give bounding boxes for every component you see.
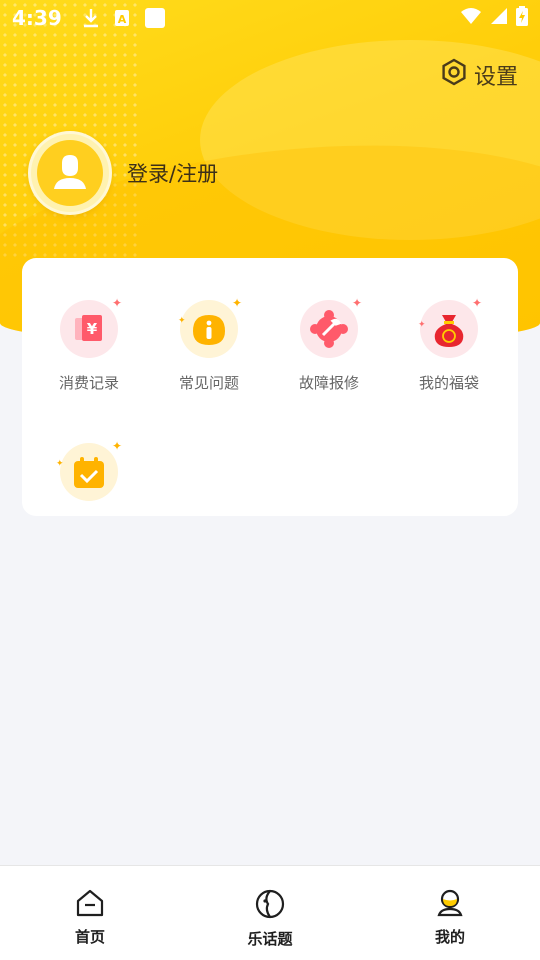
avatar-inner bbox=[37, 140, 103, 206]
lucky-bag-icon: ✦ ✦ bbox=[418, 296, 482, 358]
menu-item-label: 常见问题 bbox=[178, 374, 239, 392]
download-icon bbox=[82, 8, 100, 28]
menu-item-consumption-records[interactable]: ✦ ¥ 消费记录 bbox=[29, 296, 149, 393]
user-icon bbox=[50, 151, 90, 195]
battery-icon bbox=[516, 5, 528, 31]
menu-item-faq[interactable]: ✦ ✦ 常见问题 bbox=[149, 296, 269, 393]
status-bar: 4:39 A bbox=[0, 0, 540, 36]
signal-icon bbox=[490, 6, 508, 30]
calendar-check-icon: ✦ ✦ bbox=[56, 439, 122, 501]
bottom-navigation: 首页 乐话题 我的 bbox=[0, 865, 540, 960]
menu-item-label: 故障报修 bbox=[298, 374, 359, 392]
info-icon: ✦ ✦ bbox=[178, 296, 242, 358]
nav-item-home[interactable]: 首页 bbox=[0, 866, 180, 960]
status-time: 4:39 bbox=[12, 6, 62, 30]
settings-button[interactable]: 设置 bbox=[440, 58, 518, 92]
login-register-link[interactable]: 登录/注册 bbox=[127, 158, 218, 188]
home-icon bbox=[75, 888, 105, 922]
nav-label-topic: 乐话题 bbox=[247, 930, 293, 948]
menu-item-check-in[interactable]: ✦ ✦ bbox=[29, 439, 149, 501]
service-card: ✦ ¥ 消费记录 ✦ ✦ 常见问题 ✦ 故障报修 ✦ ✦ 我的福袋 ✦ ✦ bbox=[22, 258, 518, 516]
menu-item-repair[interactable]: ✦ 故障报修 bbox=[269, 296, 389, 393]
nav-item-topic[interactable]: 乐话题 bbox=[180, 866, 360, 960]
nav-label-home: 首页 bbox=[74, 928, 105, 946]
receipt-icon: ✦ ¥ bbox=[60, 296, 122, 358]
avatar[interactable] bbox=[28, 131, 112, 215]
menu-item-label: 我的福袋 bbox=[418, 374, 479, 392]
topic-icon bbox=[254, 888, 286, 924]
svg-text:A: A bbox=[117, 13, 126, 26]
menu-item-lucky-bag[interactable]: ✦ ✦ 我的福袋 bbox=[389, 296, 509, 393]
profile-icon bbox=[435, 888, 465, 922]
square-icon bbox=[144, 7, 166, 29]
wifi-icon bbox=[460, 6, 482, 30]
menu-item-label: 消费记录 bbox=[58, 374, 119, 392]
nav-item-mine[interactable]: 我的 bbox=[360, 866, 540, 960]
nav-label-mine: 我的 bbox=[434, 928, 465, 946]
svg-text:¥: ¥ bbox=[87, 320, 98, 338]
repair-icon: ✦ bbox=[300, 296, 362, 358]
a-icon: A bbox=[114, 9, 130, 27]
gear-icon bbox=[440, 58, 468, 92]
settings-label: 设置 bbox=[473, 65, 518, 90]
